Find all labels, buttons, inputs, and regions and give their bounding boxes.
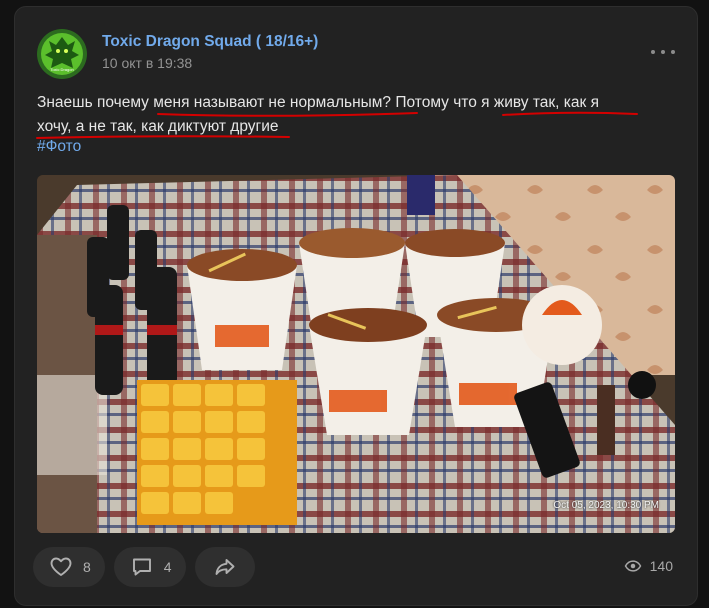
- photo-timestamp: Oct 05, 2023, 10:30 PM: [553, 500, 659, 511]
- more-options-button[interactable]: [651, 45, 675, 59]
- like-count: 8: [83, 559, 91, 575]
- red-underline-marks: [36, 111, 638, 139]
- post-date[interactable]: 10 окт в 19:38: [102, 55, 192, 71]
- comment-count: 4: [163, 559, 172, 575]
- views-counter: 140: [624, 557, 673, 575]
- author-name[interactable]: Toxic Dragon Squad ( 18/16+): [102, 33, 318, 51]
- svg-text:Toxic Dragon: Toxic Dragon: [50, 67, 73, 72]
- post-card: Toxic Dragon Toxic Dragon Squad ( 18/16+…: [14, 6, 698, 606]
- comment-icon: [132, 558, 151, 576]
- eye-icon: [624, 560, 641, 572]
- hashtag-link[interactable]: #Фото: [37, 138, 81, 156]
- heart-icon: [50, 557, 72, 576]
- post-photo[interactable]: Oct 05, 2023, 10:30 PM: [37, 175, 675, 533]
- dot-icon: [651, 50, 655, 54]
- dot-icon: [661, 50, 665, 54]
- avatar[interactable]: Toxic Dragon: [37, 29, 87, 79]
- views-count: 140: [649, 558, 673, 574]
- post-text-line: Знаешь почему меня называют не нормальны…: [37, 94, 599, 111]
- post-actions: 8 4: [33, 547, 255, 587]
- post-text-line: хочу, а не так, как диктуют другие: [37, 118, 279, 135]
- post-text: Знаешь почему меня называют не нормальны…: [37, 91, 657, 139]
- dot-icon: [671, 50, 675, 54]
- like-button[interactable]: 8: [33, 547, 105, 587]
- share-icon: [215, 559, 235, 575]
- share-button[interactable]: [194, 547, 255, 587]
- comment-button[interactable]: 4: [113, 547, 186, 587]
